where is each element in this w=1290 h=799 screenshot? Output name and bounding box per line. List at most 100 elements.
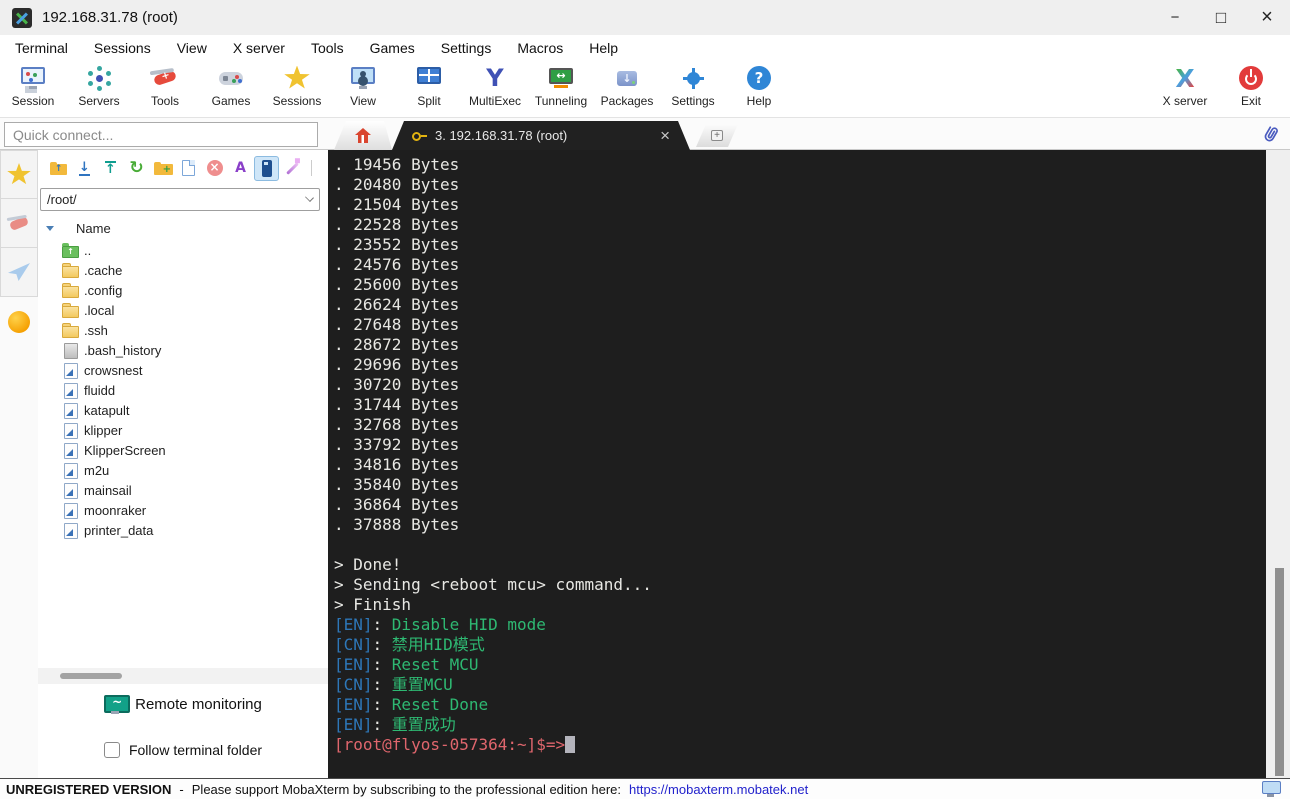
file-row[interactable]: printer_data [38, 520, 326, 540]
terminal-line: [EN]: 重置成功 [334, 715, 456, 734]
file-name: .. [84, 242, 92, 258]
toolbar-exit-button[interactable]: Exit [1218, 60, 1284, 117]
file-name: KlipperScreen [84, 442, 166, 458]
terminal-line: . 35840 Bytes [334, 475, 460, 494]
quick-connect-input[interactable] [4, 122, 318, 147]
maximize-button[interactable] [1198, 0, 1244, 35]
name-column-header: Name [76, 220, 111, 236]
menu-item-tools[interactable]: Tools [298, 37, 357, 59]
refresh-icon: ↻ [129, 158, 144, 178]
toolbar-multiexec-button[interactable]: Y MultiExec [462, 60, 528, 117]
menu-item-help[interactable]: Help [576, 37, 631, 59]
file-toolbar-download-button[interactable]: ↓ [72, 156, 97, 181]
terminal-line: [EN]: Reset Done [334, 695, 489, 714]
close-tab-icon[interactable] [660, 126, 670, 146]
file-toolbar-sync-button[interactable] [254, 155, 279, 181]
file-list-header[interactable]: Name [38, 218, 111, 238]
terminal-output[interactable]: . 19456 Bytes. 20480 Bytes. 21504 Bytes.… [328, 150, 1266, 778]
toolbar-x-server-button[interactable]: XX server [1152, 60, 1218, 117]
sidebar-strip-globe-button[interactable] [0, 297, 38, 346]
new-tab-button[interactable] [696, 124, 738, 147]
menu-item-view[interactable]: View [164, 37, 220, 59]
file-row[interactable]: moonraker [38, 500, 326, 520]
scrollbar-thumb[interactable] [60, 673, 122, 679]
file-toolbar-folder-up-button[interactable] [46, 156, 71, 181]
path-input[interactable] [40, 188, 320, 211]
toolbar-label: Session [11, 94, 55, 108]
file-row[interactable]: crowsnest [38, 360, 326, 380]
symlink-icon [62, 442, 79, 459]
toolbar-tools-button[interactable]: Tools [132, 60, 198, 117]
terminal-line: [EN]: Reset MCU [334, 655, 479, 674]
new-folder-icon [154, 161, 173, 175]
toolbar-help-button[interactable]: ? Help [726, 60, 792, 117]
tab-active-session[interactable]: 3. 192.168.31.78 (root) [392, 121, 690, 150]
file-name: moonraker [84, 502, 147, 518]
tab-home[interactable] [334, 121, 392, 150]
key-icon [412, 132, 428, 140]
menu-item-sessions[interactable]: Sessions [81, 37, 164, 59]
toolbar-tunneling-button[interactable]: Tunneling [528, 60, 594, 117]
path-combobox[interactable] [40, 188, 320, 211]
follow-terminal-folder-row: Follow terminal folder [38, 742, 328, 758]
menu-item-macros[interactable]: Macros [504, 37, 576, 59]
terminal-scrollbar[interactable] [1266, 150, 1290, 778]
toolbar-label: X server [1162, 94, 1208, 108]
file-row[interactable]: KlipperScreen [38, 440, 326, 460]
knife-icon [8, 215, 30, 231]
terminal-line: . 34816 Bytes [334, 455, 460, 474]
sidebar-strip-plane-button[interactable] [0, 248, 38, 297]
toolbar-session-button[interactable]: Session [0, 60, 66, 117]
file-row[interactable]: .ssh [38, 320, 326, 340]
toolbar-settings-button[interactable]: Settings [660, 60, 726, 117]
file-row[interactable]: .cache [38, 260, 326, 280]
toolbar-label: Servers [78, 94, 120, 108]
file-toolbar-wand-button[interactable] [280, 156, 305, 181]
file-toolbar-upload-button[interactable]: ↑ [98, 156, 123, 181]
file-row[interactable]: klipper [38, 420, 326, 440]
file-row[interactable]: mainsail [38, 480, 326, 500]
file-row[interactable]: fluidd [38, 380, 326, 400]
file-toolbar-new-file-button[interactable] [176, 156, 201, 181]
follow-terminal-folder-checkbox[interactable] [103, 742, 120, 758]
file-row[interactable]: .. [38, 240, 326, 260]
file-row[interactable]: .config [38, 280, 326, 300]
toolbar-split-button[interactable]: Split [396, 60, 462, 117]
sidebar-strip-star-button[interactable] [0, 150, 38, 199]
file-name: m2u [84, 462, 110, 478]
file-row[interactable]: .local [38, 300, 326, 320]
menu-item-terminal[interactable]: Terminal [2, 37, 81, 59]
toolbar-servers-button[interactable]: Servers [66, 60, 132, 117]
folder-icon [62, 322, 79, 338]
toolbar-packages-button[interactable]: Packages [594, 60, 660, 117]
toolbar-label: Split [417, 94, 441, 108]
symlink-icon [62, 382, 79, 399]
statusbar-link[interactable]: https://mobaxterm.mobatek.net [629, 782, 808, 797]
file-row[interactable]: katapult [38, 400, 326, 420]
file-row[interactable]: .bash_history [38, 340, 326, 360]
menu-item-settings[interactable]: Settings [428, 37, 505, 59]
toolbar-sessions-button[interactable]: Sessions [264, 60, 330, 117]
toolbar-view-button[interactable]: View [330, 60, 396, 117]
file-toolbar-delete-button[interactable]: × [202, 156, 227, 181]
folder-up-icon [50, 161, 67, 175]
file-name: fluidd [84, 382, 116, 398]
terminal-scrollbar-thumb[interactable] [1275, 568, 1284, 776]
file-toolbar-new-folder-button[interactable] [150, 156, 175, 181]
terminal-line: . 21504 Bytes [334, 195, 460, 214]
toolbar-label: Exit [1240, 94, 1261, 108]
file-toolbar-rename-button[interactable]: A [228, 156, 253, 181]
menu-item-games[interactable]: Games [357, 37, 428, 59]
terminal-line: [CN]: 禁用HID模式 [334, 635, 485, 654]
horizontal-scrollbar[interactable] [38, 668, 328, 684]
attachments-button[interactable] [1258, 122, 1282, 146]
minimize-button[interactable] [1152, 0, 1198, 35]
toolbar-games-button[interactable]: Games [198, 60, 264, 117]
file-toolbar-refresh-button[interactable]: ↻ [124, 156, 149, 181]
sidebar-strip-knife-button[interactable] [0, 199, 38, 248]
menu-item-x-server[interactable]: X server [220, 37, 298, 59]
file-row[interactable]: m2u [38, 460, 326, 480]
close-button[interactable] [1244, 0, 1290, 35]
remote-monitoring-button[interactable]: Remote monitoring [38, 695, 328, 714]
sidebar-tab-strip [0, 150, 38, 778]
